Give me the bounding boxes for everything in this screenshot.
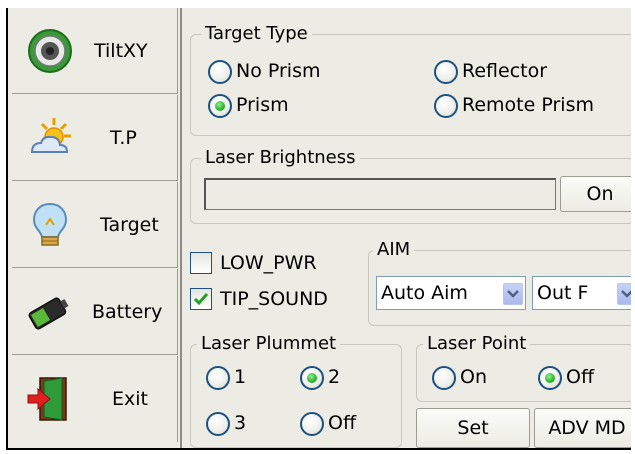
sidebar-item-target[interactable]: Target	[12, 182, 178, 268]
radio-no-prism[interactable]	[208, 60, 232, 84]
laser-plummet-legend: Laser Plummet	[197, 333, 341, 354]
radio-no-prism-label: No Prism	[236, 60, 321, 82]
radio-remote-prism-label: Remote Prism	[462, 94, 594, 116]
laser-brightness-bar[interactable]	[204, 178, 556, 210]
checkmark-icon	[193, 293, 209, 306]
adv-md-button-label: ADV MD	[548, 417, 626, 439]
sidebar: TiltXY T.P Target Battery Exit	[8, 8, 180, 448]
target-icon	[28, 28, 72, 73]
radio-remote-prism[interactable]	[434, 94, 458, 118]
sidebar-divider	[180, 8, 182, 448]
app-window: TiltXY T.P Target Battery Exit Target Ty…	[6, 8, 631, 450]
adv-md-button[interactable]: ADV MD	[534, 408, 631, 448]
low-pwr-checkbox[interactable]	[190, 252, 212, 274]
tip-sound-checkbox[interactable]	[190, 288, 212, 310]
radio-reflector-label: Reflector	[462, 60, 548, 82]
chevron-down-icon[interactable]	[617, 283, 631, 305]
sidebar-item-exit[interactable]: Exit	[12, 356, 178, 442]
radio-laser-point-off[interactable]	[538, 366, 562, 390]
sidebar-item-battery[interactable]: Battery	[12, 269, 178, 355]
sidebar-item-label: Exit	[112, 388, 148, 410]
radio-plummet-2[interactable]	[300, 366, 324, 390]
aim-out-value: Out F	[537, 282, 589, 304]
target-type-group: Target Type	[190, 23, 631, 136]
radio-reflector[interactable]	[434, 60, 458, 84]
aim-mode-combo[interactable]: Auto Aim	[376, 276, 526, 310]
sidebar-item-tp[interactable]: T.P	[12, 95, 178, 181]
radio-plummet-off-label: Off	[328, 412, 357, 434]
sidebar-item-label: Target	[100, 213, 159, 236]
radio-laser-point-on[interactable]	[432, 366, 456, 390]
radio-plummet-1-label: 1	[234, 366, 247, 388]
laser-brightness-on-button[interactable]: On	[560, 176, 631, 212]
set-button-label: Set	[457, 417, 489, 439]
radio-plummet-off[interactable]	[300, 412, 324, 436]
weather-icon	[30, 117, 71, 153]
radio-plummet-3-label: 3	[234, 412, 247, 434]
lightbulb-icon	[32, 202, 68, 246]
sidebar-item-label: TiltXY	[94, 39, 148, 62]
radio-plummet-2-label: 2	[328, 366, 341, 388]
chevron-down-icon[interactable]	[503, 283, 523, 305]
aim-legend: AIM	[373, 239, 415, 260]
laser-brightness-on-label: On	[586, 183, 614, 205]
exit-door-icon	[27, 377, 67, 421]
aim-mode-value: Auto Aim	[381, 282, 468, 304]
set-button[interactable]: Set	[416, 408, 530, 448]
radio-laser-point-on-label: On	[460, 366, 487, 388]
radio-prism-label: Prism	[236, 94, 289, 116]
tip-sound-label: TIP_SOUND	[220, 288, 328, 310]
sidebar-item-tiltxy[interactable]: TiltXY	[12, 8, 178, 94]
radio-plummet-1[interactable]	[206, 366, 230, 390]
radio-prism[interactable]	[208, 94, 232, 118]
battery-icon	[28, 297, 69, 329]
low-pwr-label: LOW_PWR	[220, 252, 317, 274]
laser-brightness-legend: Laser Brightness	[201, 147, 360, 168]
sidebar-item-label: Battery	[92, 300, 163, 323]
radio-plummet-3[interactable]	[206, 412, 230, 436]
sidebar-item-label: T.P	[110, 126, 137, 149]
radio-laser-point-off-label: Off	[566, 366, 595, 388]
target-type-legend: Target Type	[201, 23, 312, 44]
aim-out-combo[interactable]: Out F	[532, 276, 631, 310]
laser-point-legend: Laser Point	[423, 333, 531, 354]
